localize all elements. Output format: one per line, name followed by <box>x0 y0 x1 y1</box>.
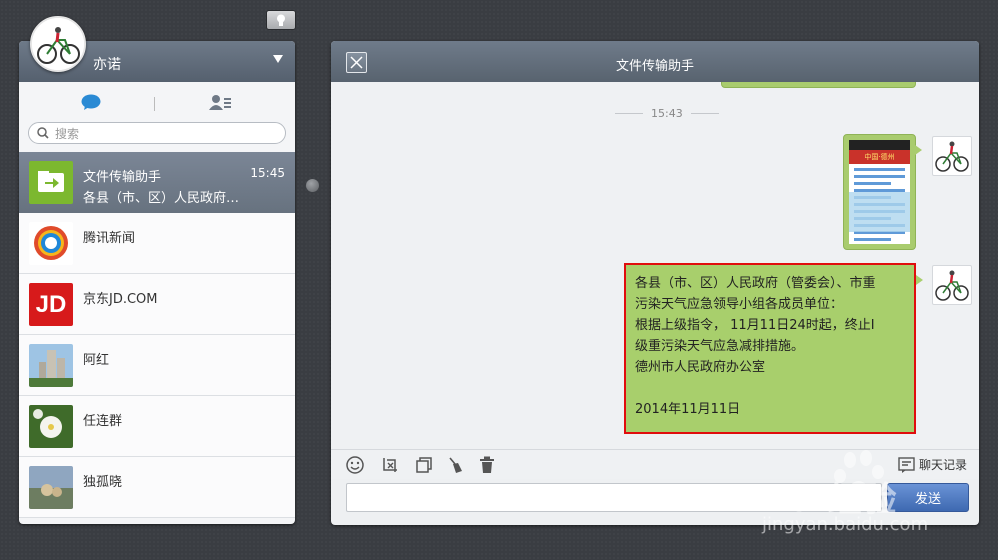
copy-icon <box>416 457 432 473</box>
message-line: 各县（市、区）人民政府（管委会）、市重 <box>635 276 876 291</box>
conversation-item[interactable]: 文件传输助手 15:45 各县（市、区）人民政府… <box>19 152 295 213</box>
chat-title: 文件传输助手 <box>615 59 694 74</box>
contact-avatar <box>29 405 73 448</box>
file-button[interactable] <box>414 455 434 475</box>
previous-message-bubble <box>721 82 916 88</box>
message-line: 根据上级指令， 11月11日24时起，终止Ⅰ <box>635 318 875 333</box>
message-line: 污染天气应急领导小组各成员单位： <box>635 297 844 312</box>
panel-divider-handle[interactable] <box>306 179 319 192</box>
smiley-icon <box>346 456 364 474</box>
user-name: 亦诺 <box>93 57 121 73</box>
history-icon <box>898 456 915 473</box>
sender-avatar[interactable] <box>932 136 972 176</box>
conversation-time: 15:45 <box>250 166 285 180</box>
scissors-icon <box>383 458 397 472</box>
tab-chats[interactable] <box>81 94 101 115</box>
tips-button[interactable] <box>266 10 296 30</box>
user-avatar[interactable] <box>30 16 86 72</box>
chat-history-label: 聊天记录 <box>918 458 967 472</box>
message-input[interactable] <box>346 483 882 512</box>
conversation-list: 文件传输助手 15:45 各县（市、区）人民政府… 腾讯新闻 JD 京东JD.C… <box>19 152 295 518</box>
chat-history-button[interactable]: 聊天记录 <box>898 456 967 473</box>
message-line: 德州市人民政府办公室 <box>635 360 766 375</box>
clear-button[interactable] <box>445 455 465 475</box>
message-line: 级重污染天气应急减排措施。 <box>635 339 805 354</box>
chat-header: 文件传输助手 <box>331 41 979 82</box>
timestamp-divider: 15:43 <box>615 107 719 120</box>
jd-icon: JD <box>29 283 73 326</box>
message-line <box>635 378 905 399</box>
trash-icon <box>480 456 494 473</box>
conversation-item[interactable]: 独孤晓 <box>19 457 295 518</box>
tab-divider <box>154 97 155 111</box>
contacts-icon <box>209 95 231 110</box>
conversation-name: 阿红 <box>83 353 110 368</box>
image-banner-text: 中国·德州 <box>864 153 895 161</box>
composer-toolbar: 聊天记录 <box>331 449 979 479</box>
chat-bubble-icon <box>81 94 101 110</box>
tencent-news-icon <box>29 222 73 265</box>
conversation-item[interactable]: 腾讯新闻 <box>19 213 295 274</box>
file-transfer-icon <box>29 161 73 204</box>
conversation-name: 任连群 <box>83 414 123 429</box>
send-label: 发送 <box>914 492 941 507</box>
image-thumbnail[interactable]: 中国·德州 <box>849 140 910 244</box>
screenshot-button[interactable] <box>380 455 400 475</box>
conversation-item[interactable]: 阿红 <box>19 335 295 396</box>
search-icon <box>37 127 49 139</box>
message-timestamp: 15:43 <box>651 107 683 120</box>
emoji-button[interactable] <box>345 455 365 475</box>
image-message-bubble[interactable]: 中国·德州 <box>843 134 922 250</box>
sidebar: 亦诺 搜索 文件传输助手 15:45 各县（市、区）人民政府… 腾讯新闻 JD … <box>19 41 295 524</box>
conversation-item[interactable]: JD 京东JD.COM <box>19 274 295 335</box>
chevron-down-icon[interactable] <box>273 55 283 63</box>
conversation-name: 腾讯新闻 <box>83 231 136 246</box>
lightbulb-icon <box>277 14 285 26</box>
sender-avatar[interactable] <box>932 265 972 305</box>
jd-logo-text: JD <box>35 290 67 318</box>
send-button[interactable]: 发送 <box>887 483 969 512</box>
conversation-name: 独孤晓 <box>83 475 123 490</box>
text-message-bubble[interactable]: 各县（市、区）人民政府（管委会）、市重 污染天气应急领导小组各成员单位： 根据上… <box>624 263 923 434</box>
chat-window: 文件传输助手 15:43 中国·德州 各县（市、区）人民政府（管委会）、市重 污… <box>331 41 979 525</box>
message-area[interactable]: 15:43 中国·德州 各县（市、区）人民政府（管委会）、市重 污染天气应急领导… <box>331 82 979 449</box>
contact-avatar <box>29 466 73 509</box>
conversation-name: 京东JD.COM <box>83 292 158 307</box>
message-line: 2014年11月11日 <box>635 402 741 417</box>
search-field[interactable]: 搜索 <box>28 122 286 144</box>
conversation-preview: 各县（市、区）人民政府… <box>83 191 240 206</box>
contact-avatar <box>29 344 73 387</box>
search-placeholder: 搜索 <box>55 126 80 141</box>
conversation-name: 文件传输助手 <box>83 170 162 185</box>
broom-icon <box>449 457 462 473</box>
sidebar-tabs <box>19 82 295 119</box>
conversation-item[interactable]: 任连群 <box>19 396 295 457</box>
delete-button[interactable] <box>477 455 497 475</box>
tab-contacts[interactable] <box>209 94 231 115</box>
